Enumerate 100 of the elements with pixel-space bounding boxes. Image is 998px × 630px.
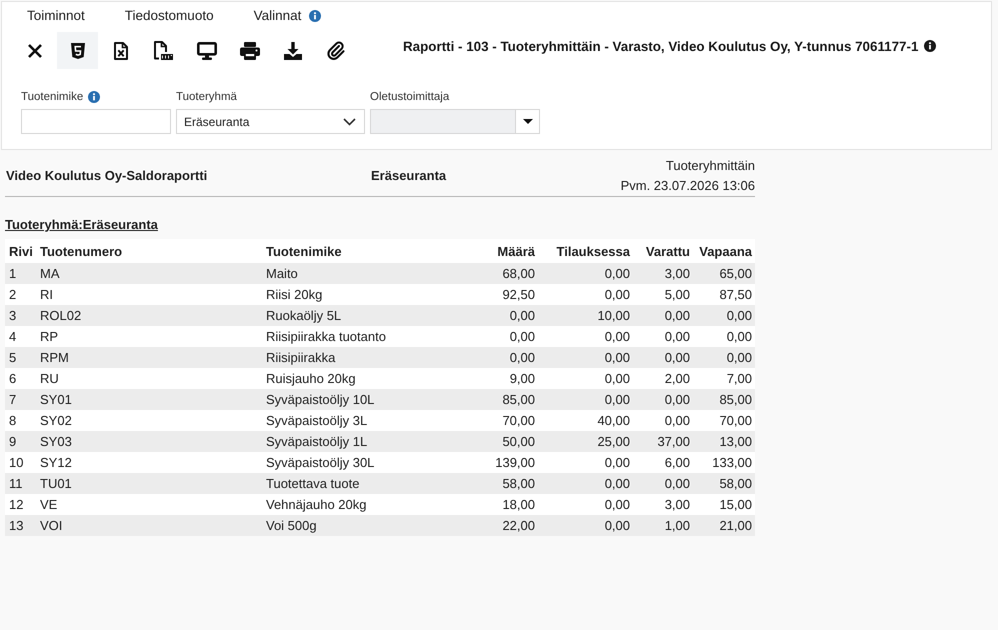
table-cell-text: Vehnäjauho 20kg xyxy=(265,497,368,512)
table-cell-text: 22,00 xyxy=(501,518,536,533)
table-cell-text: RI xyxy=(39,287,54,302)
table-cell-text: 8 xyxy=(8,413,18,428)
spreadsheet-file-icon xyxy=(114,42,128,60)
table-cell-text: Voi 500g xyxy=(265,518,318,533)
report-grouping: Tuoteryhmittäin xyxy=(666,156,755,175)
table-cell-text: 0,00 xyxy=(604,518,631,533)
table-cell-text: 3 xyxy=(8,308,18,323)
table-cell-text: RP xyxy=(39,329,60,344)
table-cell-text: TU01 xyxy=(39,476,73,491)
table-cell-text: 5 xyxy=(8,350,18,365)
table-cell-text: RU xyxy=(39,371,60,386)
table-cell-text: 85,00 xyxy=(718,392,753,407)
table-cell-text: 0,00 xyxy=(726,308,753,323)
field-label: Tuotenimike xyxy=(21,91,84,103)
printer-icon xyxy=(240,42,260,60)
table-cell-text: 0,00 xyxy=(664,413,691,428)
section-title: Tuoteryhmä:Eräseuranta xyxy=(5,217,158,232)
column-header: Tilauksessa xyxy=(556,244,631,258)
table-cell-text: 0,00 xyxy=(664,350,691,365)
menu-item[interactable]: Valinnat xyxy=(254,6,302,26)
table-cell-text: VOI xyxy=(39,518,64,533)
table-cell-text: SY03 xyxy=(39,434,73,449)
table-cell-text: 0,00 xyxy=(726,329,753,344)
table-cell-text: 0,00 xyxy=(604,476,631,491)
column-header: Vapaana xyxy=(698,244,753,258)
table-cell-text: Syväpaistoöljy 30L xyxy=(265,455,376,470)
column-header: Varattu xyxy=(644,244,691,258)
table-cell-text: 0,00 xyxy=(664,308,691,323)
table-cell-text: 15,00 xyxy=(718,497,753,512)
field-label: Oletustoimittaja xyxy=(370,91,450,103)
table-cell-text: Riisipiirakka tuotanto xyxy=(265,329,387,344)
table-cell-text: 0,00 xyxy=(604,455,631,470)
chevron-down-icon xyxy=(343,118,356,126)
text-input[interactable] xyxy=(21,109,171,134)
field-label: Tuoteryhmä xyxy=(176,91,237,103)
table-cell-text: 133,00 xyxy=(711,455,753,470)
table-cell-text: 0,00 xyxy=(604,350,631,365)
table-cell-text: 2,00 xyxy=(664,371,691,386)
table-cell-text: 85,00 xyxy=(501,392,536,407)
table-cell-text: 139,00 xyxy=(494,455,536,470)
table-cell-text: 58,00 xyxy=(718,476,753,491)
paperclip-icon xyxy=(326,41,344,60)
table-cell-text: 92,50 xyxy=(501,287,536,302)
table-cell-text: 25,00 xyxy=(596,434,631,449)
table-cell-text: 70,00 xyxy=(718,413,753,428)
dropdown-field[interactable]: Eräseuranta xyxy=(176,109,365,134)
table-cell-text: 0,00 xyxy=(508,329,536,344)
table-cell-text: 12 xyxy=(8,497,24,512)
table-cell-text: 0,00 xyxy=(604,497,631,512)
table-cell-text: 10,00 xyxy=(596,308,631,323)
table-cell-text: SY01 xyxy=(39,392,73,407)
table-cell-text: 0,00 xyxy=(664,329,691,344)
report-date: Pvm. 23.07.2026 13:06 xyxy=(620,176,755,194)
table-cell-text: Syväpaistoöljy 3L xyxy=(265,413,368,428)
table-cell-text: 3,00 xyxy=(664,266,691,281)
table-cell-text: 40,00 xyxy=(596,413,631,428)
table-cell-text: MA xyxy=(39,266,60,281)
table-cell-text: 0,00 xyxy=(604,287,631,302)
monitor-icon xyxy=(196,42,216,60)
table-cell-text: 7,00 xyxy=(726,371,753,386)
pdf-file-icon xyxy=(154,41,173,60)
table-cell-text: 6,00 xyxy=(664,455,691,470)
table-cell-text: 0,00 xyxy=(604,392,631,407)
column-header: Tuotenumero xyxy=(39,244,124,258)
report-company: Video Koulutus Oy-Saldoraportti xyxy=(5,168,208,183)
table-cell-text: 0,00 xyxy=(604,371,631,386)
html-button[interactable] xyxy=(57,32,98,69)
column-header: Tuotenimike xyxy=(265,244,343,258)
menu-item[interactable]: Tiedostomuoto xyxy=(124,6,214,26)
table-cell-text: 87,50 xyxy=(718,287,753,302)
table-cell-text: 50,00 xyxy=(501,434,536,449)
report-group: Eräseuranta xyxy=(370,168,621,183)
table-cell-text: 70,00 xyxy=(501,413,536,428)
table-cell-text: 3,00 xyxy=(664,497,691,512)
table-cell-text: 11 xyxy=(8,476,24,491)
table-cell-text: 0,00 xyxy=(726,350,753,365)
table-cell-text: 0,00 xyxy=(664,476,691,491)
table-cell-text: 7 xyxy=(8,392,18,407)
table-cell-text: 4 xyxy=(8,329,18,344)
menu-item[interactable]: Toiminnot xyxy=(27,6,85,26)
table-cell-text: Maito xyxy=(265,266,299,281)
table-cell-text: 0,00 xyxy=(508,308,536,323)
table-cell-text: ROL02 xyxy=(39,308,82,323)
shield-icon xyxy=(70,42,84,58)
close-icon xyxy=(26,42,42,58)
column-header: Rivi xyxy=(8,244,34,258)
table-cell-text: SY02 xyxy=(39,413,73,428)
table-cell-text: 9 xyxy=(8,434,18,449)
table-cell-text: 13 xyxy=(8,518,24,533)
table-cell-text: SY12 xyxy=(39,455,73,470)
table-cell-text: Syväpaistoöljy 10L xyxy=(265,392,376,407)
table-cell-text: 9,00 xyxy=(508,371,536,386)
table-cell-text: 68,00 xyxy=(501,266,536,281)
table-cell-text: 13,00 xyxy=(718,434,753,449)
info-icon[interactable] xyxy=(924,40,936,52)
table-cell-text: 1 xyxy=(8,266,18,281)
table-cell-text: 0,00 xyxy=(604,266,631,281)
download-icon xyxy=(284,42,302,60)
